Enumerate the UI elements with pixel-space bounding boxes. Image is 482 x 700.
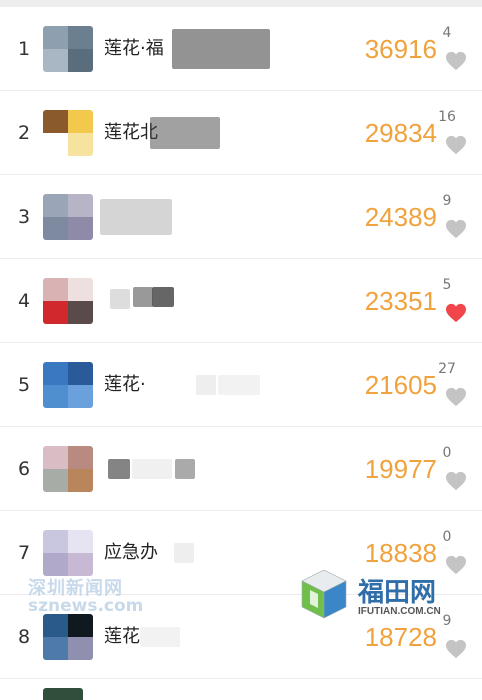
privacy-mosaic: [100, 199, 172, 235]
privacy-mosaic: [196, 375, 216, 395]
ranking-row[interactable]: 1 莲花·福 36916 4: [0, 7, 482, 91]
ranking-row[interactable]: 5 莲花· 21605 27: [0, 343, 482, 427]
user-avatar[interactable]: [43, 446, 93, 492]
top-bar: [0, 0, 482, 7]
privacy-mosaic: [110, 289, 130, 309]
user-avatar[interactable]: [43, 530, 93, 576]
heart-like-icon[interactable]: [445, 471, 467, 491]
privacy-mosaic: [172, 29, 270, 69]
watermark-sznews-en: sznews.com: [28, 596, 144, 616]
ranking-row[interactable]: 2 莲花北 29834 16: [0, 91, 482, 175]
rank-number: 2: [17, 122, 31, 144]
privacy-mosaic: [152, 287, 174, 307]
ranking-row[interactable]: 6 19977 0: [0, 427, 482, 511]
step-count: 19977: [364, 454, 437, 484]
privacy-mosaic: [174, 543, 194, 563]
step-count: 36916: [364, 34, 437, 64]
privacy-mosaic: [150, 117, 220, 149]
step-count: 23351: [364, 286, 437, 316]
heart-like-icon[interactable]: [445, 303, 467, 323]
step-count: 21605: [364, 370, 437, 400]
user-avatar[interactable]: [43, 194, 93, 240]
user-avatar[interactable]: [43, 26, 93, 72]
ranking-row[interactable]: 3 24389 9: [0, 175, 482, 259]
step-count: 29834: [364, 118, 437, 148]
rank-number: 4: [17, 290, 31, 312]
rank-number: 6: [17, 458, 31, 480]
like-count: 0: [442, 445, 452, 461]
user-avatar[interactable]: [43, 614, 93, 660]
cube-logo-icon: [301, 569, 347, 619]
ranking-row[interactable]: 4 23351 5: [0, 259, 482, 343]
like-count: 0: [442, 529, 452, 545]
heart-like-icon[interactable]: [445, 639, 467, 659]
privacy-mosaic: [140, 627, 180, 647]
like-count: 5: [442, 277, 452, 293]
like-count: 16: [438, 109, 456, 125]
heart-like-icon[interactable]: [445, 135, 467, 155]
ifutian-logo: 福田网 IFUTIAN.COM.CN: [300, 568, 460, 628]
rank-number: 3: [17, 206, 31, 228]
heart-like-icon[interactable]: [445, 219, 467, 239]
user-avatar[interactable]: [43, 362, 93, 408]
like-count: 27: [438, 361, 456, 377]
like-count: 4: [442, 25, 452, 41]
like-count: 9: [442, 193, 452, 209]
next-row-avatar-peek: [43, 688, 83, 700]
rank-number: 5: [17, 374, 31, 396]
user-name: 莲花·福: [104, 38, 164, 59]
logo-title: 福田网: [358, 578, 437, 608]
privacy-mosaic: [218, 375, 260, 395]
heart-like-icon[interactable]: [445, 387, 467, 407]
step-count: 24389: [364, 202, 437, 232]
privacy-mosaic: [132, 459, 172, 479]
rank-number: 1: [17, 38, 31, 60]
privacy-mosaic: [108, 459, 130, 479]
user-avatar[interactable]: [43, 278, 93, 324]
logo-subtitle: IFUTIAN.COM.CN: [358, 606, 441, 617]
user-avatar[interactable]: [43, 110, 93, 156]
user-name: 莲花·: [104, 374, 146, 395]
privacy-mosaic: [133, 287, 153, 307]
privacy-mosaic: [175, 459, 195, 479]
heart-like-icon[interactable]: [445, 51, 467, 71]
